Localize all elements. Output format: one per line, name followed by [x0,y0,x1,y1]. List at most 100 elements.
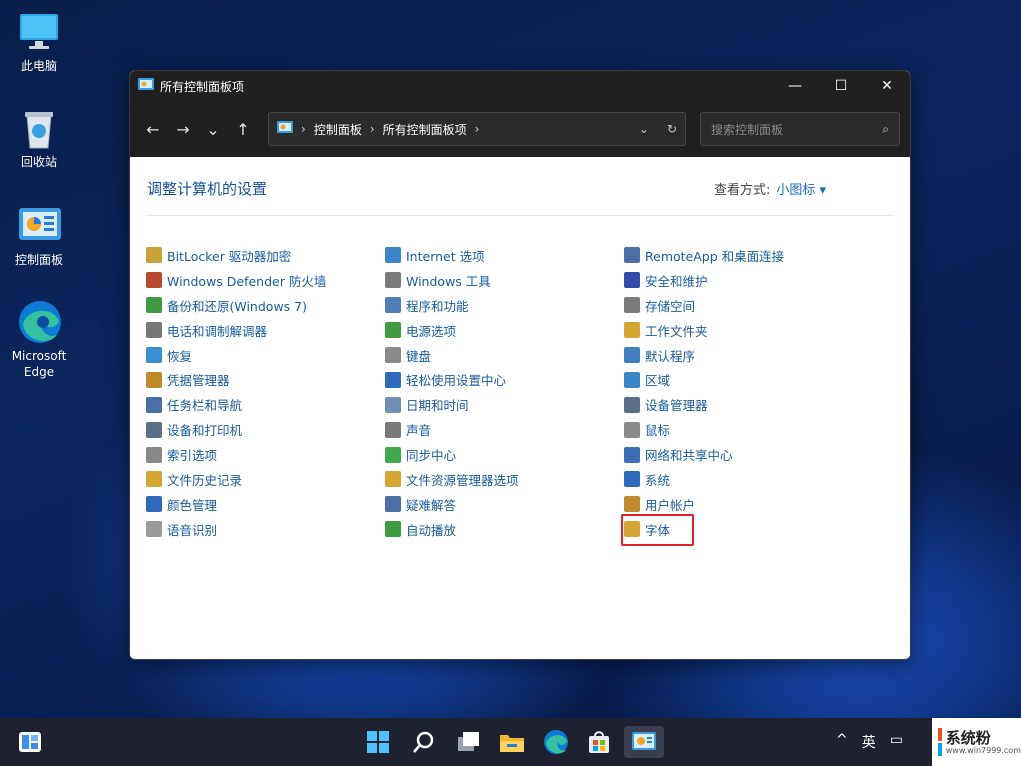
control-panel-item[interactable]: 轻松使用设置中心 [385,367,519,392]
action-center-icon[interactable]: ▭ [890,732,903,752]
maximize-button[interactable]: ☐ [818,71,864,101]
remoteapp-icon [624,247,640,264]
desktop-icon-this-pc[interactable]: 此电脑 [6,10,72,74]
control-panel-item-label: Windows 工具 [406,273,491,289]
breadcrumb-control-panel[interactable]: 控制面板 [314,121,362,138]
control-panel-item[interactable]: 恢复 [146,343,326,368]
view-by-dropdown[interactable]: 小图标 ▾ [776,183,826,198]
title-bar[interactable]: 所有控制面板项 — ☐ ✕ [130,71,910,101]
refresh-icon[interactable]: ↻ [667,122,677,136]
breadcrumb-separator[interactable]: › [370,122,375,136]
control-panel-item[interactable]: 声音 [385,417,519,442]
control-panel-item-label: 声音 [406,423,432,439]
programs-icon [385,297,401,314]
control-panel-item[interactable]: 凭据管理器 [146,367,326,392]
desktop-icon-control-panel[interactable]: 控制面板 [6,204,72,268]
monitor-icon [17,10,61,54]
control-panel-icon [138,77,154,95]
control-panel-item[interactable]: 文件资源管理器选项 [385,467,519,492]
file-explorer-icon[interactable] [496,726,528,758]
widgets-icon[interactable] [14,726,46,758]
control-panel-item-label: 默认程序 [645,348,696,364]
index-icon [146,446,162,463]
control-panel-item-label: 工作文件夹 [645,323,708,339]
control-panel-item[interactable]: 任务栏和导航 [146,392,326,417]
breadcrumb-all-items[interactable]: 所有控制面板项 [383,121,467,138]
mouse-icon [624,421,640,438]
control-panel-item[interactable]: 颜色管理 [146,492,326,517]
control-panel-item[interactable]: 索引选项 [146,442,326,467]
control-panel-item[interactable]: 自动播放 [385,517,519,542]
control-panel-item-label: 凭据管理器 [167,373,230,389]
control-panel-item[interactable]: 设备和打印机 [146,417,326,442]
control-panel-item[interactable]: 安全和维护 [624,268,784,293]
task-view-icon[interactable] [452,726,484,758]
search-icon[interactable]: ⌕ [882,122,889,137]
control-panel-item[interactable]: BitLocker 驱动器加密 [146,243,326,268]
ime-indicator[interactable]: 英 [862,732,876,752]
address-bar[interactable]: › 控制面板 › 所有控制面板项 › ⌄ ↻ [268,112,686,146]
control-panel-item[interactable]: 电话和调制解调器 [146,318,326,343]
control-panel-item[interactable]: 存储空间 [624,293,784,318]
control-panel-item[interactable]: 语音识别 [146,517,326,542]
control-panel-item[interactable]: 鼠标 [624,417,784,442]
control-panel-item-label: 语音识别 [167,522,218,538]
control-panel-item-label: 程序和功能 [406,298,469,314]
control-panel-item[interactable]: 电源选项 [385,318,519,343]
bitlocker-icon [146,247,162,264]
breadcrumb-separator[interactable]: › [475,122,480,136]
control-panel-item[interactable]: 默认程序 [624,343,784,368]
control-panel-item[interactable]: 设备管理器 [624,392,784,417]
control-panel-item-label: Internet 选项 [406,248,485,264]
address-dropdown-icon[interactable]: ⌄ [639,122,649,136]
view-by: 查看方式: 小图标 ▾ [714,179,826,198]
control-panel-item[interactable]: Windows 工具 [385,268,519,293]
autoplay-icon [385,521,401,538]
credential-icon [146,371,162,388]
recent-locations-button[interactable]: ⌄ [198,114,228,144]
navigation-bar: ← → ⌄ ↑ › 控制面板 › 所有控制面板项 › ⌄ ↻ 搜索控制面板 ⌕ [130,101,910,157]
minimize-button[interactable]: — [772,71,818,101]
back-button[interactable]: ← [138,114,168,144]
power-icon [385,322,401,339]
control-panel-item[interactable]: 键盘 [385,343,519,368]
control-panel-item-label: 任务栏和导航 [167,398,243,414]
default-programs-icon [624,347,640,363]
control-panel-item[interactable]: 工作文件夹 [624,318,784,343]
control-panel-item[interactable]: RemoteApp 和桌面连接 [624,243,784,268]
desktop-icon-edge[interactable]: Microsoft Edge [6,300,72,380]
control-panel-item-label: 区域 [645,373,671,389]
control-panel-item[interactable]: 日期和时间 [385,392,519,417]
window-title: 所有控制面板项 [160,79,245,94]
tools-icon [385,272,401,289]
taskbar-icon [146,396,162,413]
control-panel-item[interactable]: Windows Defender 防火墙 [146,268,326,293]
start-icon[interactable] [362,726,394,758]
control-panel-icon[interactable] [624,726,664,758]
control-panel-item[interactable]: 区域 [624,367,784,392]
search-input[interactable]: 搜索控制面板 ⌕ [700,112,900,146]
control-panel-item[interactable]: 文件历史记录 [146,467,326,492]
firewall-icon [146,272,162,289]
edge-icon[interactable] [540,726,572,758]
control-panel-item-label: 电源选项 [406,323,457,339]
search-placeholder: 搜索控制面板 [711,122,784,137]
control-panel-item[interactable]: Internet 选项 [385,243,519,268]
taskbar: ^ 英 ▭ [0,718,1021,766]
watermark: 系统粉 www.win7999.com [932,718,1021,766]
desktop-icon-recycle-bin[interactable]: 回收站 [6,106,72,170]
control-panel-item-label: 设备和打印机 [167,423,243,439]
close-button[interactable]: ✕ [864,71,910,101]
up-button[interactable]: ↑ [228,114,258,144]
control-panel-item[interactable]: 系统 [624,467,784,492]
forward-button[interactable]: → [168,114,198,144]
search-icon[interactable] [408,726,440,758]
control-panel-item[interactable]: 疑难解答 [385,492,519,517]
control-panel-item[interactable]: 同步中心 [385,442,519,467]
control-panel-item[interactable]: 网络和共享中心 [624,442,784,467]
store-icon[interactable] [583,726,615,758]
control-panel-item[interactable]: 备份和还原(Windows 7) [146,293,326,318]
control-panel-item-label: 文件资源管理器选项 [406,472,519,488]
control-panel-item[interactable]: 程序和功能 [385,293,519,318]
tray-chevron-icon[interactable]: ^ [836,732,848,752]
